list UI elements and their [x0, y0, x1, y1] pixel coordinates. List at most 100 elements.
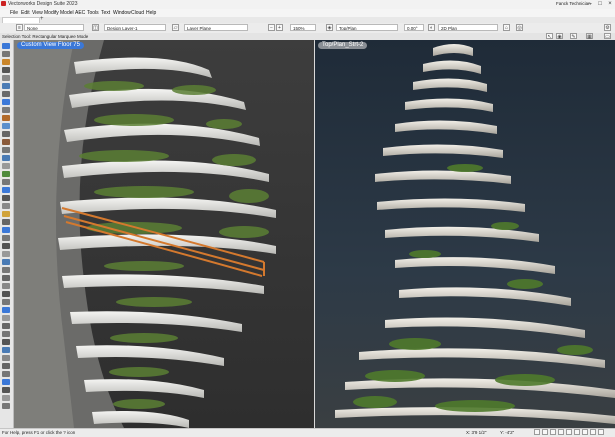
site-model-tool-icon[interactable]: [2, 187, 10, 193]
snap-tangent-icon[interactable]: [574, 429, 580, 435]
render-mode-dropdown[interactable]: 2D Plan: [438, 24, 498, 31]
rotate-tool-icon[interactable]: [2, 275, 10, 281]
column-tool-icon[interactable]: [2, 155, 10, 161]
freehand-tool-icon[interactable]: [2, 299, 10, 305]
snap-distance-icon[interactable]: [566, 429, 572, 435]
light-tool-icon[interactable]: [2, 211, 10, 217]
mirror-tool-icon[interactable]: [2, 267, 10, 273]
section-tool-icon[interactable]: [2, 379, 10, 385]
view-icon[interactable]: ◈: [326, 24, 333, 31]
stair-tool-icon[interactable]: [2, 147, 10, 153]
clip-cube-tool-icon[interactable]: [2, 371, 10, 377]
menu-model[interactable]: Model: [60, 10, 74, 16]
grid-icon[interactable]: ▦: [586, 33, 593, 40]
pan-tool-icon[interactable]: [2, 51, 10, 57]
view-dropdown[interactable]: Top/Plan: [336, 24, 398, 31]
minimize-icon[interactable]: –: [586, 0, 594, 8]
polyline-tool-icon[interactable]: [2, 307, 10, 313]
viewport-tool-icon[interactable]: [2, 403, 10, 409]
roof-tool-icon[interactable]: [2, 139, 10, 145]
slab-tool-icon[interactable]: [2, 131, 10, 137]
plant-tool-icon[interactable]: [2, 171, 10, 177]
close-icon[interactable]: ×: [606, 0, 614, 8]
menu-bar: File Edit View Modify Model AEC Tools Te…: [0, 9, 615, 17]
arc-tool-icon[interactable]: [2, 291, 10, 297]
attribute-tool-icon[interactable]: [2, 363, 10, 369]
plane-icon[interactable]: ▱: [172, 24, 179, 31]
rectangle-tool-icon[interactable]: [2, 83, 10, 89]
viewport-right[interactable]: Top/Plan_Strt-2: [315, 40, 615, 428]
viewport-left-label[interactable]: Custom View Floor 75: [17, 42, 84, 49]
snap-edge-icon[interactable]: [590, 429, 596, 435]
hardscape-tool-icon[interactable]: [2, 179, 10, 185]
eyedropper-tool-icon[interactable]: [2, 355, 10, 361]
add-tab-icon[interactable]: +: [40, 16, 44, 22]
layer-plane-dropdown[interactable]: Layer Plane: [184, 24, 248, 31]
loft-tool-icon[interactable]: [2, 243, 10, 249]
snap-angle-icon[interactable]: [550, 429, 556, 435]
snap-grid-icon[interactable]: [534, 429, 540, 435]
zoom-out-icon[interactable]: −: [268, 24, 275, 31]
menu-aec[interactable]: AEC: [75, 10, 85, 16]
class-dropdown[interactable]: None: [24, 24, 84, 31]
render-icon[interactable]: ◐: [428, 24, 435, 31]
text-tool-icon[interactable]: [2, 67, 10, 73]
circle-tool-icon[interactable]: [2, 91, 10, 97]
offset-tool-icon[interactable]: [2, 315, 10, 321]
menu-help[interactable]: Help: [146, 10, 156, 16]
sweep-tool-icon[interactable]: [2, 235, 10, 241]
camera-icon[interactable]: ◎: [516, 24, 523, 31]
snap-object-icon[interactable]: [542, 429, 548, 435]
pen-icon[interactable]: ✎: [570, 33, 577, 40]
extrude-tool-icon[interactable]: [2, 227, 10, 233]
zoom-field[interactable]: 150%: [290, 24, 316, 31]
push-pull-tool-icon[interactable]: [2, 251, 10, 257]
flyover-tool-icon[interactable]: [2, 59, 10, 65]
selection-tool-icon[interactable]: [2, 43, 10, 49]
class-icon[interactable]: ≡: [16, 24, 23, 31]
projection-icon[interactable]: ⌂: [503, 24, 510, 31]
menu-file[interactable]: File: [10, 10, 18, 16]
dimension-tool-icon[interactable]: [2, 195, 10, 201]
symbol-tool-icon[interactable]: [2, 203, 10, 209]
snap-working-plane-icon[interactable]: [598, 429, 604, 435]
snap-point-icon[interactable]: [582, 429, 588, 435]
door-tool-icon[interactable]: [2, 115, 10, 121]
tool-mode-text: Selection Tool: Rectangular Marquee Mode: [2, 34, 89, 39]
menu-tools[interactable]: Tools: [87, 10, 99, 16]
walkthrough-tool-icon[interactable]: [2, 387, 10, 393]
y-coordinate: Y: -4'2": [500, 430, 515, 435]
polygon-tool-icon[interactable]: [2, 99, 10, 105]
zoom-in-icon[interactable]: +: [276, 24, 283, 31]
split-tool-icon[interactable]: [2, 331, 10, 337]
connect-tool-icon[interactable]: [2, 339, 10, 345]
space-tool-icon[interactable]: [2, 163, 10, 169]
viewport-right-label[interactable]: Top/Plan_Strt-2: [318, 42, 368, 49]
settings-icon[interactable]: ⚙: [604, 24, 611, 31]
maximize-icon[interactable]: □: [596, 0, 604, 8]
wall-tool-icon[interactable]: [2, 107, 10, 113]
snap-icon[interactable]: ◉: [556, 33, 563, 40]
reshape-tool-icon[interactable]: [2, 347, 10, 353]
menu-modify[interactable]: Modify: [44, 10, 59, 16]
layer-icon[interactable]: ◫: [92, 24, 99, 31]
viewport-left[interactable]: Custom View Floor 75: [14, 40, 314, 428]
menu-edit[interactable]: Edit: [21, 10, 30, 16]
layer-link-tool-icon[interactable]: [2, 395, 10, 401]
panel-icon[interactable]: ▭: [604, 33, 611, 40]
line-tool-icon[interactable]: [2, 75, 10, 81]
layer-dropdown[interactable]: Design Layer-1: [104, 24, 166, 31]
move-tool-icon[interactable]: [2, 283, 10, 289]
menu-text[interactable]: Text: [101, 10, 110, 16]
angle-field[interactable]: 0.00°: [404, 24, 424, 31]
pointer-icon[interactable]: ↖: [546, 33, 553, 40]
window-tool-icon[interactable]: [2, 123, 10, 129]
left-viewport-render: [14, 40, 314, 428]
menu-cloud[interactable]: Cloud: [131, 10, 144, 16]
trim-tool-icon[interactable]: [2, 323, 10, 329]
camera-tool-icon[interactable]: [2, 219, 10, 225]
menu-window[interactable]: Window: [113, 10, 131, 16]
fillet-tool-icon[interactable]: [2, 259, 10, 265]
snap-intersection-icon[interactable]: [558, 429, 564, 435]
tool-palette: [0, 40, 14, 428]
